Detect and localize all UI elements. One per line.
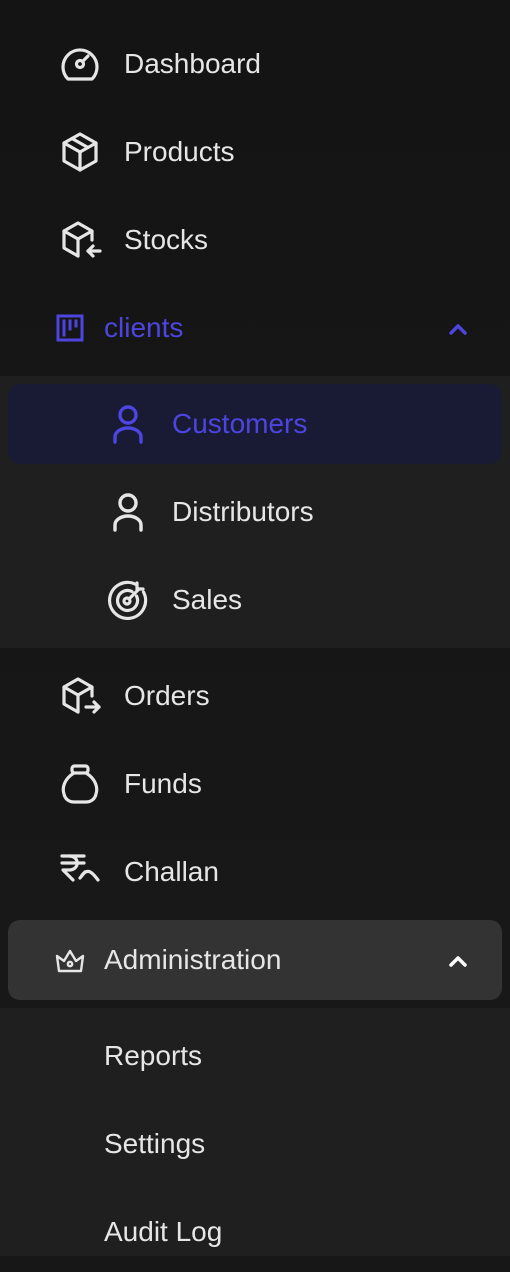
nav-item-label: Challan <box>124 856 219 887</box>
nav-item-orders[interactable]: Orders <box>8 656 502 736</box>
chevron-up-icon[interactable] <box>446 316 470 340</box>
nav-item-dashboard[interactable]: Dashboard <box>8 24 502 104</box>
nav-item-audit-log[interactable]: Audit Log <box>8 1192 502 1272</box>
nav-item-challan[interactable]: Challan <box>8 832 502 912</box>
box-icon <box>58 130 102 174</box>
nav-item-label: Funds <box>124 768 202 799</box>
nav-item-label: Reports <box>104 1040 203 1071</box>
nav-item-label: Distributors <box>172 496 314 527</box>
nav-item-stocks[interactable]: Stocks <box>8 200 502 280</box>
nav-item-customers[interactable]: Customers <box>8 384 502 464</box>
nav-item-funds[interactable]: Funds <box>8 744 502 824</box>
user-icon <box>106 490 150 534</box>
rupee-icon <box>58 850 102 894</box>
gauge-icon <box>58 42 102 86</box>
nav-item-label: Settings <box>104 1128 206 1159</box>
kanban-icon <box>54 312 86 344</box>
nav-group-label: clients <box>104 312 184 343</box>
target-icon <box>106 578 150 622</box>
nav-item-sales[interactable]: Sales <box>8 560 502 640</box>
crown-icon <box>54 944 86 976</box>
nav-item-label: Sales <box>172 584 243 615</box>
nav-item-products[interactable]: Products <box>8 112 502 192</box>
nav-item-label: Orders <box>124 680 210 711</box>
nav-item-label: Customers <box>172 408 308 439</box>
nav-item-label: Stocks <box>124 224 209 255</box>
nav-item-reports[interactable]: Reports <box>8 1016 502 1096</box>
nav-item-label: Products <box>124 136 235 167</box>
box-arrow-out-icon <box>58 674 102 718</box>
money-bag-icon <box>58 762 102 806</box>
sidebar-nav: Dashboard Products Stocks clients Custom… <box>0 0 510 1256</box>
nav-item-distributors[interactable]: Distributors <box>8 472 502 552</box>
chevron-up-icon[interactable] <box>446 948 470 972</box>
nav-group-clients[interactable]: clients <box>8 288 502 368</box>
nav-item-settings[interactable]: Settings <box>8 1104 502 1184</box>
nav-group-administration[interactable]: Administration <box>8 920 502 1000</box>
nav-group-label: Administration <box>104 944 282 975</box>
nav-item-label: Dashboard <box>124 48 261 79</box>
box-arrow-in-icon <box>58 218 102 262</box>
user-icon <box>106 402 150 446</box>
nav-item-label: Audit Log <box>104 1216 223 1247</box>
